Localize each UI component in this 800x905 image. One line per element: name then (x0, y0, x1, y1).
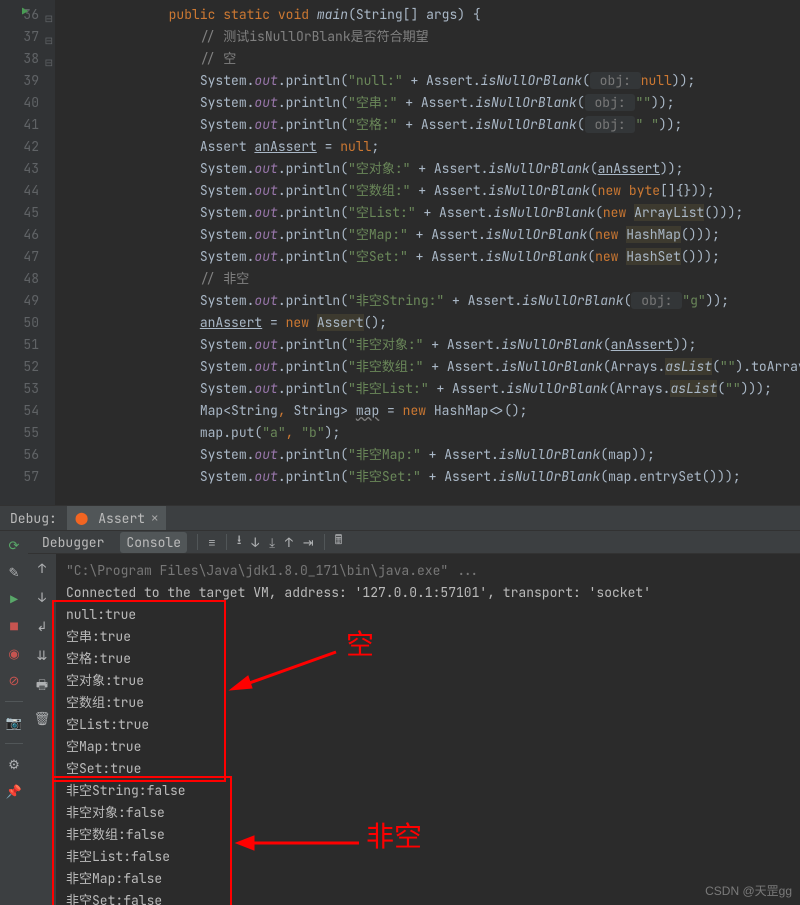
mute-icon[interactable]: ⊘ (9, 672, 20, 689)
console-group-empty: null:true空串:true空格:true空对象:true空数组:true空… (66, 604, 800, 780)
console-group-nonempty: 非空String:false非空对象:false非空数组:false非空List… (66, 780, 800, 905)
debug-panel: ⟳ ✎ ▶ ■ ◉ ⊘ 📷 ⚙ 📌 Debugger Console ≡ ⭳ ↓… (0, 531, 800, 905)
annotation-label-nonempty: 非空 (366, 826, 422, 848)
console-output-wrap: ↑ ↓ ↲ ⇊ 🖶 🗑 "C:\Program Files\Java\jdk1.… (28, 554, 800, 905)
down-icon[interactable]: ↓ (38, 589, 46, 606)
separator (226, 534, 227, 550)
annotation-label-empty: 空 (346, 634, 374, 656)
code-area[interactable]: public static void main(String[] args) {… (55, 0, 800, 505)
tab-console[interactable]: Console (120, 532, 187, 553)
wrap-icon[interactable]: ↲ (37, 618, 48, 635)
force-step-icon[interactable]: ⤓ (269, 534, 275, 551)
arrow-icon (234, 834, 364, 852)
stop-icon[interactable]: ■ (10, 618, 18, 635)
clear-icon[interactable]: 🗑 (34, 710, 51, 727)
pin-icon[interactable]: 📌 (6, 783, 22, 800)
evaluate-icon[interactable]: 🖩 (335, 531, 343, 553)
debug-mid: Debugger Console ≡ ⭳ ↓ ⤓ ↑ ⇥ 🖩 ↑ ↓ ↲ ⇊ 🖶… (28, 531, 800, 905)
camera-icon[interactable]: 📷 (6, 714, 22, 731)
modify-icon[interactable]: ✎ (9, 564, 20, 581)
code-editor[interactable]: ▶ 36⊟37⊟38⊟39404142434445464748495051525… (0, 0, 800, 505)
settings-icon[interactable]: ⚙ (8, 756, 20, 773)
line-gutter: 36⊟37⊟38⊟3940414243444546474849505152535… (0, 0, 55, 505)
debug-tab-assert[interactable]: ⬤ Assert ✕ (67, 506, 166, 530)
scroll-icon[interactable]: ⇊ (37, 647, 48, 664)
close-icon[interactable]: ✕ (151, 510, 158, 526)
debug-label: Debug: (0, 510, 67, 527)
separator (5, 701, 23, 702)
step-over-icon[interactable]: ≡ (208, 534, 216, 551)
run-cursor-icon[interactable]: ⇥ (303, 534, 314, 551)
breakpoints-icon[interactable]: ◉ (8, 645, 19, 662)
console-vm-line: Connected to the target VM, address: '12… (66, 582, 800, 604)
debug-toolbar: Debugger Console ≡ ⭳ ↓ ⤓ ↑ ⇥ 🖩 (28, 531, 800, 554)
debug-tab-bar: Debug: ⬤ Assert ✕ (0, 505, 800, 531)
separator (324, 534, 325, 550)
arrow-icon (226, 644, 346, 694)
resume-icon[interactable]: ▶ (10, 591, 18, 608)
left-tool-rail: ⟳ ✎ ▶ ■ ◉ ⊘ 📷 ⚙ 📌 (0, 531, 28, 905)
up-icon[interactable]: ↑ (38, 560, 46, 577)
console-tool-rail: ↑ ↓ ↲ ⇊ 🖶 🗑 (28, 554, 56, 905)
separator (5, 743, 23, 744)
watermark: CSDN @天罡gg (705, 882, 792, 899)
print-icon[interactable]: 🖶 (36, 676, 48, 698)
step-icon[interactable]: ⭳ (237, 531, 242, 553)
console-header: "C:\Program Files\Java\jdk1.8.0_171\bin\… (66, 560, 800, 582)
debug-tab-label: Assert (98, 510, 145, 527)
step-into-icon[interactable]: ↓ (251, 534, 259, 551)
rerun-icon[interactable]: ⟳ (9, 537, 20, 554)
separator (197, 534, 198, 550)
bug-icon: ⬤ (75, 510, 88, 526)
tab-debugger[interactable]: Debugger (36, 532, 110, 553)
console-output[interactable]: "C:\Program Files\Java\jdk1.8.0_171\bin\… (56, 554, 800, 905)
step-out-icon[interactable]: ↑ (285, 534, 293, 551)
